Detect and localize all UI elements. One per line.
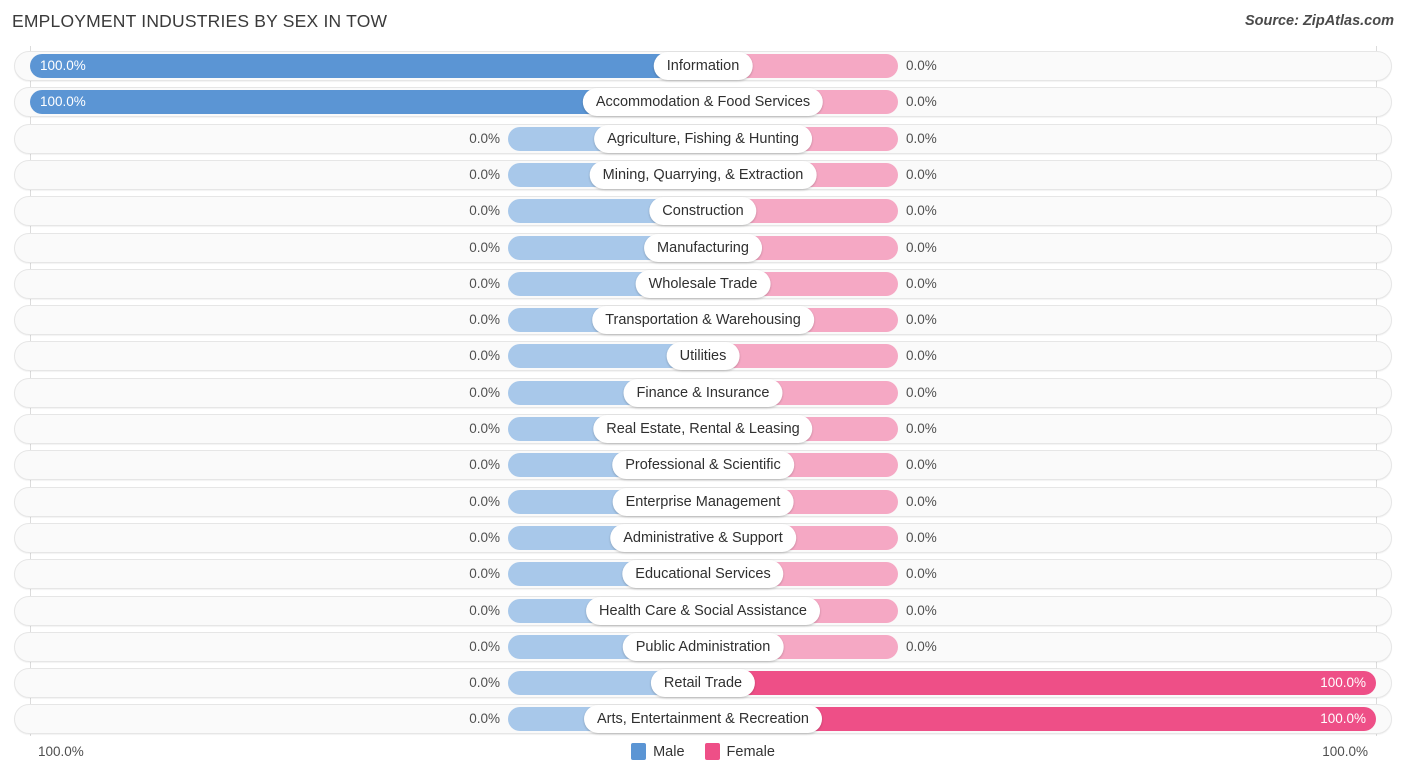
- table-row[interactable]: 0.0% 0.0% Wholesale Trade: [14, 268, 1392, 299]
- value-label-female: 100.0%: [1320, 675, 1366, 691]
- value-label-male: 0.0%: [469, 566, 500, 582]
- category-label: Administrative & Support: [610, 523, 796, 552]
- table-row[interactable]: 0.0% 0.0% Manufacturing: [14, 232, 1392, 263]
- category-label: Retail Trade: [650, 669, 756, 698]
- legend-swatch-female: [704, 743, 720, 760]
- table-row[interactable]: 0.0% 0.0% Finance & Insurance: [14, 377, 1392, 408]
- chart-header: EMPLOYMENT INDUSTRIES BY SEX IN TOW Sour…: [0, 0, 1406, 46]
- value-label-female: 0.0%: [906, 566, 937, 582]
- category-label: Manufacturing: [644, 233, 762, 262]
- category-label: Enterprise Management: [612, 487, 794, 516]
- value-label-female: 0.0%: [906, 166, 937, 182]
- chart-plot-area: 100.0% 0.0% Information 100.0% 0.0% Accommoda…: [0, 46, 1406, 736]
- table-row[interactable]: 0.0% 0.0% Enterprise Management: [14, 486, 1392, 517]
- category-label: Accommodation & Food Services: [582, 88, 824, 117]
- value-label-female: 0.0%: [906, 529, 937, 545]
- table-row[interactable]: 0.0% 0.0% Transportation & Warehousing: [14, 305, 1392, 336]
- legend-label-male: Male: [653, 743, 685, 760]
- legend-item-female[interactable]: Female: [704, 743, 775, 760]
- value-label-female: 0.0%: [906, 457, 937, 473]
- value-label-female: 0.0%: [906, 94, 937, 110]
- category-label: Utilities: [666, 342, 740, 371]
- value-label-male: 100.0%: [40, 58, 86, 73]
- table-row[interactable]: 100.0% 0.0% Accommodation & Food Services: [14, 87, 1392, 118]
- category-label: Transportation & Warehousing: [592, 306, 814, 335]
- page-title: EMPLOYMENT INDUSTRIES BY SEX IN TOW: [12, 11, 388, 31]
- table-row[interactable]: 0.0% 0.0% Public Administration: [14, 631, 1392, 662]
- value-label-female: 0.0%: [906, 348, 937, 364]
- value-label-female: 0.0%: [906, 421, 937, 436]
- table-row[interactable]: 0.0% 0.0% Construction: [14, 196, 1392, 227]
- table-row[interactable]: 0.0% 0.0% Administrative & Support: [14, 522, 1392, 553]
- category-label: Health Care & Social Assistance: [586, 596, 820, 625]
- value-label-male: 0.0%: [469, 203, 500, 219]
- value-label-female: 0.0%: [906, 312, 937, 328]
- category-label: Finance & Insurance: [623, 378, 783, 407]
- table-row[interactable]: 0.0% 0.0% Mining, Quarrying, & Extraction: [14, 159, 1392, 190]
- value-label-female: 100.0%: [1320, 711, 1366, 727]
- bar-male: [30, 54, 703, 78]
- value-label-male: 0.0%: [469, 384, 500, 400]
- table-row[interactable]: 0.0% 0.0% Health Care & Social Assistance: [14, 595, 1392, 626]
- legend-item-male[interactable]: Male: [631, 743, 685, 760]
- value-label-male: 0.0%: [469, 493, 500, 509]
- value-label-male: 100.0%: [40, 94, 86, 110]
- table-row[interactable]: 0.0% 100.0% Arts, Entertainment & Recreati…: [14, 704, 1392, 735]
- category-label: Mining, Quarrying, & Extraction: [589, 160, 817, 189]
- value-label-female: 0.0%: [906, 58, 937, 73]
- category-label: Public Administration: [622, 632, 784, 661]
- value-label-male: 0.0%: [469, 675, 500, 691]
- value-label-male: 0.0%: [469, 529, 500, 545]
- table-row[interactable]: 0.0% 0.0% Utilities: [14, 341, 1392, 372]
- value-label-female: 0.0%: [906, 602, 937, 618]
- table-row[interactable]: 0.0% 0.0% Educational Services: [14, 559, 1392, 590]
- category-label: Agriculture, Fishing & Hunting: [594, 124, 812, 153]
- category-label: Educational Services: [622, 560, 784, 589]
- table-row[interactable]: 0.0% 100.0% Retail Trade: [14, 668, 1392, 699]
- category-label: Arts, Entertainment & Recreation: [584, 705, 822, 734]
- table-row[interactable]: 100.0% 0.0% Information: [14, 51, 1392, 81]
- value-label-female: 0.0%: [906, 239, 937, 255]
- category-label: Wholesale Trade: [635, 269, 771, 298]
- value-label-female: 0.0%: [906, 275, 937, 291]
- table-row[interactable]: 0.0% 0.0% Real Estate, Rental & Leasing: [14, 414, 1392, 444]
- category-label: Professional & Scientific: [612, 451, 794, 480]
- value-label-male: 0.0%: [469, 130, 500, 146]
- value-label-male: 0.0%: [469, 638, 500, 654]
- legend-swatch-male: [631, 743, 647, 760]
- value-label-male: 0.0%: [469, 457, 500, 473]
- value-label-female: 0.0%: [906, 493, 937, 509]
- value-label-male: 0.0%: [469, 602, 500, 618]
- source-label: Source: ZipAtlas.com: [1244, 13, 1394, 29]
- value-label-male: 0.0%: [469, 711, 500, 727]
- value-label-male: 0.0%: [469, 166, 500, 182]
- category-label: Construction: [649, 197, 757, 226]
- chart-footer: 100.0% 100.0% Male Female: [0, 736, 1406, 776]
- category-label: Information: [653, 52, 753, 80]
- value-label-male: 0.0%: [469, 312, 500, 328]
- value-label-female: 0.0%: [906, 638, 937, 654]
- value-label-female: 0.0%: [906, 203, 937, 219]
- legend-label-female: Female: [726, 743, 775, 760]
- table-row[interactable]: 0.0% 0.0% Agriculture, Fishing & Hunting: [14, 123, 1392, 154]
- category-label: Real Estate, Rental & Leasing: [593, 415, 813, 443]
- value-label-female: 0.0%: [906, 130, 937, 146]
- value-label-male: 0.0%: [469, 239, 500, 255]
- value-label-male: 0.0%: [469, 348, 500, 364]
- chart-legend: Male Female: [0, 743, 1406, 760]
- value-label-male: 0.0%: [469, 275, 500, 291]
- table-row[interactable]: 0.0% 0.0% Professional & Scientific: [14, 450, 1392, 481]
- value-label-female: 0.0%: [906, 384, 937, 400]
- value-label-male: 0.0%: [469, 421, 500, 436]
